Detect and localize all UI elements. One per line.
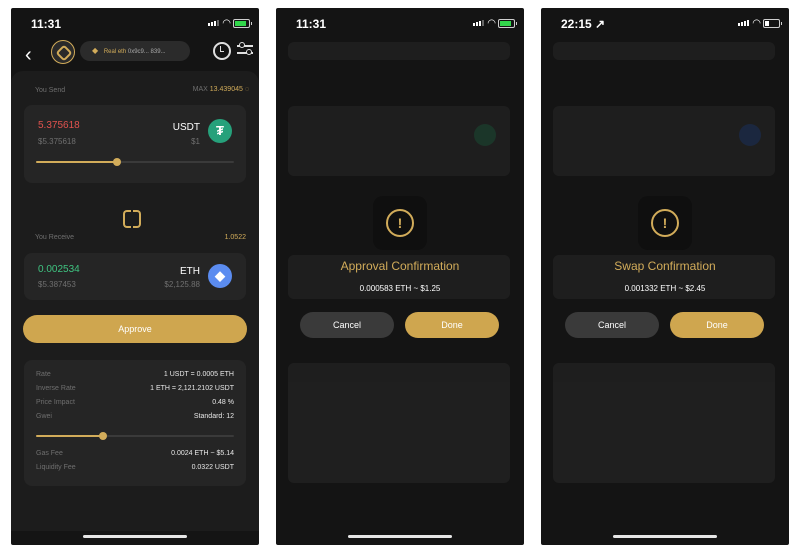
signal-icon [473, 20, 484, 26]
approval-confirmation-screen: 11:31 ◠ ! Approval Confirmation 0.000583… [276, 8, 524, 545]
you-receive-label: You Receive [35, 234, 75, 241]
detail-row: Inverse Rate 1 ETH = 2,121.2102 USDT [36, 385, 234, 395]
wallet-address: 0x9c9... 839... [127, 49, 166, 55]
top-bar: ‹ ◆ Real eth 0x9c9... 839... [11, 36, 259, 72]
receive-summary-value: 1.0522 [224, 234, 246, 241]
exclamation-icon: ! [651, 209, 679, 237]
detail-value: 0.48 % [212, 399, 234, 406]
status-time: 22:15 ↗ [561, 17, 606, 31]
battery-icon [763, 19, 782, 28]
detail-row: Liquidity Fee 0.0322 USDT [36, 464, 234, 474]
send-card: 5.375618 $5.375618 USDT $1 ₮ [24, 105, 246, 183]
battery-icon [233, 19, 252, 28]
send-amount-slider[interactable] [36, 158, 234, 166]
detail-label: Price Impact [36, 399, 75, 406]
slider-fill [36, 435, 104, 437]
history-icon[interactable] [213, 42, 231, 60]
detail-row: Gas Fee 0.0024 ETH ~ $5.14 [36, 450, 234, 460]
swap-screen: 11:31 ◠ ‹ ◆ Real eth 0x9c9... 839... You… [11, 8, 259, 545]
signal-icon [738, 20, 749, 26]
swap-direction-icon[interactable] [123, 207, 143, 228]
send-usd-value: $5.375618 [38, 137, 76, 146]
receive-token-name[interactable]: ETH [180, 266, 200, 277]
detail-value: 0.0322 USDT [191, 464, 234, 471]
swap-sheet: You Send MAX 13.439045 ◌ 5.375618 $5.375… [11, 71, 259, 531]
wifi-icon: ◠ [487, 18, 496, 29]
done-button[interactable]: Done [405, 312, 499, 338]
status-bar: 11:31 ◠ [276, 8, 524, 36]
detail-label: Gas Fee [36, 450, 63, 457]
modal-title: Swap Confirmation [614, 259, 716, 273]
app-logo-icon[interactable] [51, 40, 75, 64]
max-balance[interactable]: MAX 13.439045 ◌ [193, 86, 249, 93]
tether-icon[interactable]: ₮ [208, 119, 232, 143]
detail-row: Gwei Standard: 12 [36, 413, 234, 423]
receive-token-price: $2,125.88 [164, 280, 200, 289]
modal-amount: 0.000583 ETH ~ $1.25 [359, 284, 441, 293]
signal-icon [208, 20, 219, 26]
done-button[interactable]: Done [670, 312, 764, 338]
detail-value: 1 USDT = 0.0005 ETH [163, 371, 234, 378]
detail-row: Rate 1 USDT = 0.0005 ETH [36, 371, 234, 381]
receive-card: 0.002534 $5.387453 ETH $2,125.88 ◆ [24, 253, 246, 300]
wallet-name: Real eth [103, 49, 127, 55]
cancel-button[interactable]: Cancel [300, 312, 394, 338]
wifi-icon: ◠ [222, 18, 231, 29]
detail-value: 1 ETH = 2,121.2102 USDT [150, 385, 234, 392]
home-indicator [348, 535, 452, 538]
home-indicator [613, 535, 717, 538]
slider-knob[interactable] [113, 158, 122, 166]
status-time: 11:31 [31, 17, 62, 31]
you-send-label: You Send [35, 87, 66, 94]
ethereum-icon[interactable]: ◆ [208, 264, 232, 288]
exclamation-icon: ! [386, 209, 414, 237]
alert-icon-tile: ! [373, 196, 427, 250]
max-label: MAX [192, 86, 208, 93]
detail-label: Inverse Rate [36, 385, 76, 392]
swap-details-card: Rate 1 USDT = 0.0005 ETH Inverse Rate 1 ETH… [24, 360, 246, 486]
approve-button[interactable]: Approve [23, 315, 247, 343]
wallet-selector[interactable]: ◆ Real eth 0x9c9... 839... [80, 41, 190, 61]
slider-knob[interactable] [99, 432, 108, 440]
settings-sliders-icon[interactable] [237, 42, 253, 56]
modal-amount: 0.001332 ETH ~ $2.45 [624, 284, 706, 293]
gwei-slider[interactable] [36, 432, 234, 440]
send-amount-input[interactable]: 5.375618 [38, 120, 80, 131]
receive-amount: 0.002534 [38, 264, 80, 275]
detail-row: Price Impact 0.48 % [36, 399, 234, 409]
status-time: 11:31 [296, 17, 327, 31]
max-value: 13.439045 [209, 86, 243, 93]
cancel-button[interactable]: Cancel [565, 312, 659, 338]
detail-label: Gwei [36, 413, 52, 420]
status-bar: 22:15 ↗ ◠ [541, 8, 789, 36]
eth-diamond-icon: ◆ [92, 46, 99, 55]
send-token-price: $1 [191, 137, 200, 146]
send-token-name[interactable]: USDT [173, 122, 200, 133]
receive-usd-value: $5.387453 [38, 280, 76, 289]
wifi-icon: ◠ [752, 18, 761, 29]
back-chevron-icon[interactable]: ‹ [25, 44, 32, 67]
detail-value: 0.0024 ETH ~ $5.14 [171, 450, 234, 457]
refresh-icon: ◌ [244, 86, 249, 93]
status-bar: 11:31 ◠ [11, 8, 259, 36]
slider-fill [36, 161, 118, 163]
battery-icon [498, 19, 517, 28]
home-indicator [83, 535, 187, 538]
swap-confirmation-screen: 22:15 ↗ ◠ ! Swap Confirmation 0.001332 E… [541, 8, 789, 545]
detail-label: Liquidity Fee [36, 464, 76, 471]
modal-title: Approval Confirmation [340, 259, 460, 273]
detail-value: Standard: 12 [193, 413, 234, 420]
alert-icon-tile: ! [638, 196, 692, 250]
detail-label: Rate [36, 371, 51, 378]
